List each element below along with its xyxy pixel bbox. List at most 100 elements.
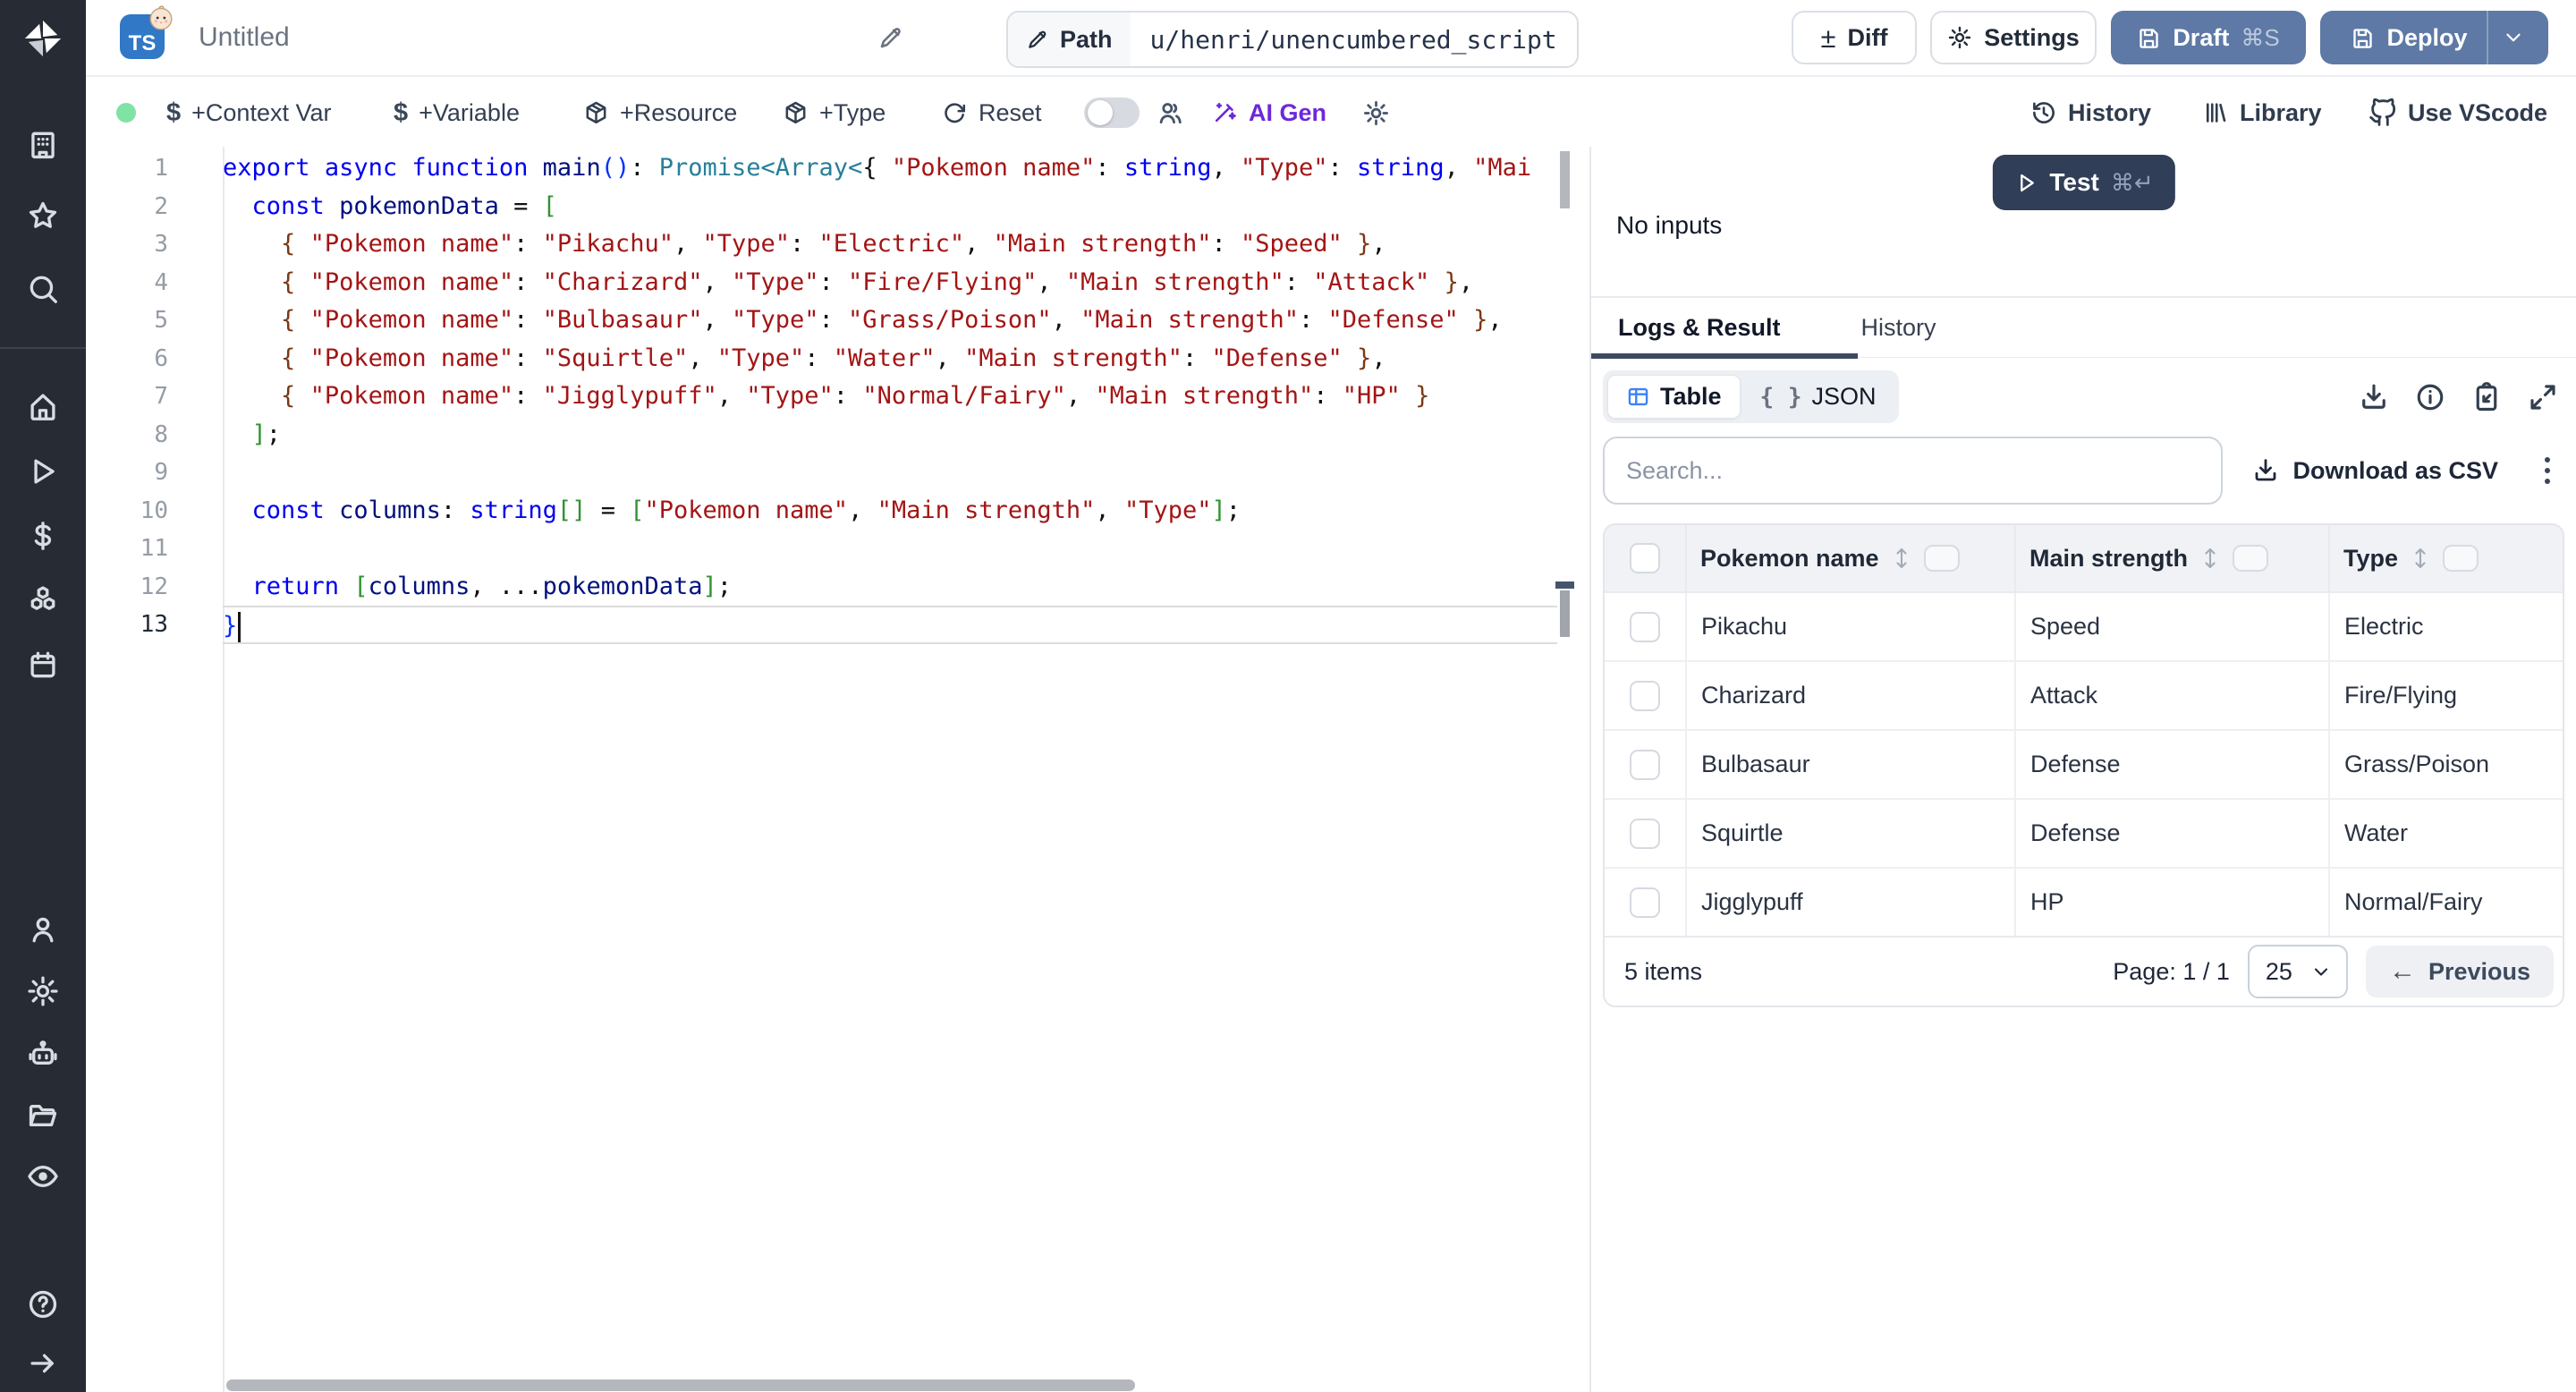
tab-logs-result[interactable]: Logs & Result: [1616, 314, 1783, 342]
reset-button[interactable]: Reset: [942, 77, 1042, 149]
run-panel: Test ⌘↵ No inputs Logs & Result History …: [1589, 147, 2576, 1392]
toggle-switch[interactable]: [1084, 98, 1140, 128]
column-filter-pill[interactable]: [2443, 545, 2479, 572]
row-checkbox[interactable]: [1630, 818, 1660, 849]
user-icon[interactable]: [0, 904, 86, 955]
left-sidebar: [0, 0, 86, 1392]
diff-mode-toggle[interactable]: [1084, 77, 1140, 149]
folders-icon[interactable]: [0, 1090, 86, 1142]
info-icon[interactable]: [2414, 381, 2446, 413]
windmill-logo[interactable]: [0, 13, 86, 64]
code-line[interactable]: 10 const columns: string[] = ["Pokemon n…: [86, 492, 1589, 530]
gear-icon: [1949, 26, 1971, 49]
table-row[interactable]: Charizard Attack Fire/Flying: [1605, 662, 2563, 731]
draft-button[interactable]: Draft ⌘S: [2111, 11, 2306, 64]
sort-icon[interactable]: [1892, 545, 1911, 572]
deploy-button[interactable]: Deploy: [2320, 11, 2548, 64]
settings-button[interactable]: Settings: [1930, 11, 2097, 64]
edit-title-pencil-icon[interactable]: [877, 24, 904, 55]
add-resource-button[interactable]: +Resource: [583, 77, 737, 149]
sort-icon[interactable]: [2411, 545, 2430, 572]
favorites-icon[interactable]: [0, 190, 86, 242]
items-count: 5 items: [1624, 957, 1703, 985]
home-icon[interactable]: [0, 380, 86, 432]
workspace-icon[interactable]: [0, 119, 86, 171]
diff-button[interactable]: ± Diff: [1792, 11, 1917, 64]
tab-history[interactable]: History: [1860, 314, 1938, 342]
runs-icon[interactable]: [0, 446, 86, 497]
column-header-type[interactable]: Type: [2330, 525, 2563, 591]
view-table-segment[interactable]: Table: [1607, 375, 1741, 419]
collapse-arrow-icon[interactable]: [0, 1337, 86, 1389]
table-row[interactable]: Pikachu Speed Electric: [1605, 593, 2563, 662]
code-text: }: [223, 606, 1557, 644]
download-csv-button[interactable]: Download as CSV: [2251, 456, 2498, 485]
code-line[interactable]: 13}: [86, 606, 1589, 644]
editor-settings-gear-icon[interactable]: [1362, 77, 1390, 149]
variables-icon[interactable]: [0, 510, 86, 562]
ai-gen-button[interactable]: AI Gen: [1211, 77, 1326, 149]
code-line[interactable]: 9: [86, 454, 1589, 492]
code-line[interactable]: 7 { "Pokemon name": "Jigglypuff", "Type"…: [86, 378, 1589, 416]
code-line[interactable]: 4 { "Pokemon name": "Charizard", "Type":…: [86, 264, 1589, 302]
code-line[interactable]: 5 { "Pokemon name": "Bulbasaur", "Type":…: [86, 301, 1589, 340]
code-line[interactable]: 8 ];: [86, 416, 1589, 454]
search-input[interactable]: [1603, 437, 2223, 505]
editor-horizontal-scrollbar[interactable]: [226, 1379, 1135, 1391]
row-checkbox[interactable]: [1630, 680, 1660, 711]
add-context-var-button[interactable]: $ +Context Var: [166, 77, 331, 149]
search-icon[interactable]: [0, 263, 86, 315]
code-text: export async function main(): Promise<Ar…: [223, 154, 1532, 182]
workers-icon[interactable]: [0, 1028, 86, 1080]
code-line[interactable]: 3 { "Pokemon name": "Pikachu", "Type": "…: [86, 225, 1589, 264]
settings-icon[interactable]: [0, 965, 86, 1017]
add-variable-button[interactable]: $ +Variable: [394, 77, 520, 149]
history-button[interactable]: History: [2030, 77, 2151, 149]
table-row[interactable]: Jigglypuff HP Normal/Fairy: [1605, 869, 2563, 936]
select-all-checkbox[interactable]: [1630, 543, 1660, 573]
previous-page-button[interactable]: ← Previous: [2365, 946, 2554, 997]
view-json-segment[interactable]: { } JSON: [1742, 376, 1894, 418]
sort-icon[interactable]: [2200, 545, 2220, 572]
row-checkbox[interactable]: [1630, 611, 1660, 642]
code-line[interactable]: 6 { "Pokemon name": "Squirtle", "Type": …: [86, 340, 1589, 378]
code-editor[interactable]: 1 export async function main(): Promise<A…: [86, 147, 1589, 1392]
code-line[interactable]: 11: [86, 530, 1589, 568]
schedules-icon[interactable]: [0, 639, 86, 691]
code-line[interactable]: 1 export async function main(): Promise<A…: [86, 149, 1589, 188]
table-row[interactable]: Bulbasaur Defense Grass/Poison: [1605, 731, 2563, 800]
code-line[interactable]: 12 return [columns, ...pokemonData];: [86, 568, 1589, 607]
editor-vertical-scrollbar[interactable]: [1560, 151, 1570, 208]
copy-clipboard-icon[interactable]: [2470, 381, 2503, 413]
row-checkbox[interactable]: [1630, 749, 1660, 780]
overview-ruler-thumb[interactable]: [1560, 590, 1570, 637]
add-type-button[interactable]: +Type: [783, 77, 886, 149]
github-icon: [2369, 98, 2396, 126]
row-checkbox[interactable]: [1630, 887, 1660, 918]
column-header-main-strength[interactable]: Main strength: [2016, 525, 2330, 591]
column-filter-pill[interactable]: [1923, 545, 1960, 572]
library-button[interactable]: Library: [2202, 77, 2322, 149]
help-icon[interactable]: [0, 1278, 86, 1330]
path-field[interactable]: Path u/henri/unencumbered_script: [1006, 11, 1579, 68]
collaborators-icon[interactable]: [1156, 77, 1184, 149]
column-filter-pill[interactable]: [2233, 545, 2269, 572]
table-cell: Squirtle: [1687, 800, 2016, 867]
code-line[interactable]: 2 const pokemonData = [: [86, 188, 1589, 226]
table-row[interactable]: Squirtle Defense Water: [1605, 800, 2563, 869]
more-options-kebab-icon[interactable]: [2545, 457, 2550, 484]
use-vscode-button[interactable]: Use VScode: [2368, 77, 2547, 149]
chevron-down-icon[interactable]: [2502, 26, 2525, 49]
page-size-select[interactable]: 25: [2247, 945, 2348, 998]
path-value[interactable]: u/henri/unencumbered_script: [1131, 13, 1577, 66]
line-number: 1: [154, 155, 168, 182]
baby-emoji-badge: [149, 5, 173, 30]
audit-eye-icon[interactable]: [0, 1150, 86, 1202]
expand-icon[interactable]: [2527, 381, 2559, 413]
table-cell: Electric: [2344, 613, 2424, 640]
download-icon[interactable]: [2358, 381, 2390, 413]
deploy-split-divider: [2486, 11, 2488, 64]
resources-icon[interactable]: [0, 574, 86, 626]
column-header-pokemon-name[interactable]: Pokemon name: [1687, 525, 2016, 591]
test-button[interactable]: Test ⌘↵: [1992, 155, 2175, 210]
